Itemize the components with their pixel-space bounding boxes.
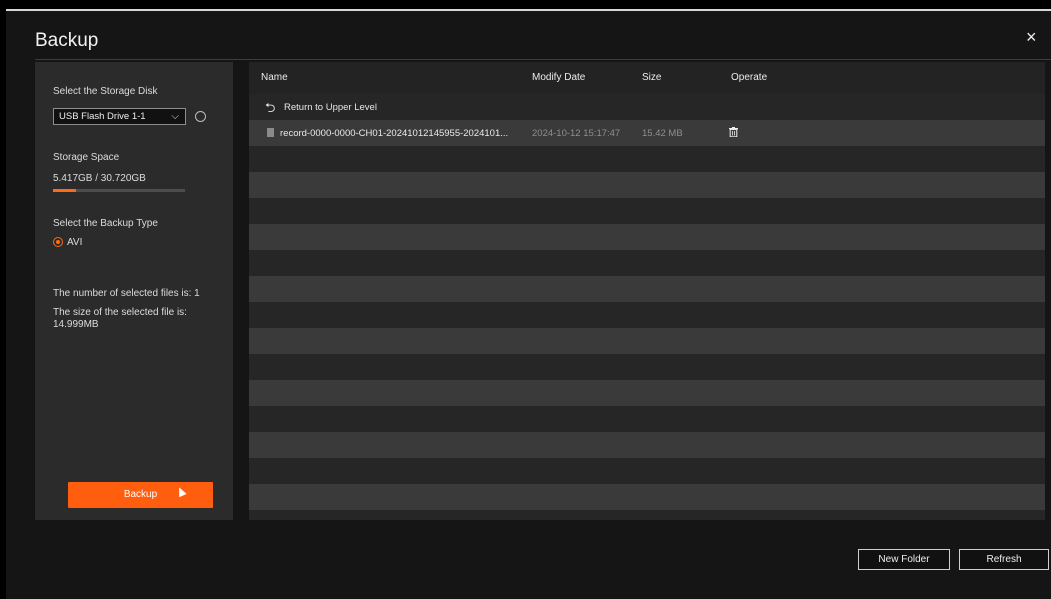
new-folder-button[interactable]: New Folder	[858, 549, 950, 570]
refresh-button[interactable]: Refresh	[959, 549, 1049, 570]
storage-disk-select[interactable]: USB Flash Drive 1-1 ⌵	[53, 108, 186, 125]
column-header-size: Size	[642, 72, 662, 83]
title-divider	[35, 59, 1051, 60]
selected-size-label: The size of the selected file is:	[53, 307, 187, 318]
backup-button[interactable]: Backup	[68, 482, 213, 508]
storage-usage-fill	[53, 189, 77, 192]
empty-row	[249, 198, 1045, 224]
dialog-title: Backup	[35, 30, 99, 51]
empty-row	[249, 432, 1045, 458]
selected-size-value: 14.999MB	[53, 319, 99, 330]
trash-icon[interactable]	[729, 127, 738, 137]
empty-row	[249, 276, 1045, 302]
return-upper-level-label: Return to Upper Level	[284, 102, 377, 113]
refresh-icon[interactable]	[195, 111, 206, 122]
empty-row	[249, 354, 1045, 380]
column-header-operate: Operate	[731, 72, 768, 83]
chevron-down-icon: ⌵	[171, 111, 179, 122]
file-icon	[267, 128, 274, 137]
empty-row	[249, 458, 1045, 484]
empty-row	[249, 302, 1045, 328]
return-icon: ⮌	[265, 100, 276, 115]
backup-options-panel: Select the Storage Disk USB Flash Drive …	[35, 62, 233, 520]
file-name: record-0000-0000-CH01-20241012145955-202…	[280, 128, 509, 139]
empty-row	[249, 484, 1045, 510]
storage-usage-bar	[53, 189, 185, 192]
storage-disk-label: Select the Storage Disk	[53, 86, 158, 97]
close-icon[interactable]: ×	[1026, 27, 1037, 48]
empty-row	[249, 250, 1045, 276]
empty-row	[249, 510, 1045, 520]
column-header-name: Name	[261, 72, 288, 83]
empty-row	[249, 328, 1045, 354]
selected-files-count: The number of selected files is: 1	[53, 288, 200, 299]
empty-row	[249, 224, 1045, 250]
storage-space-value: 5.417GB / 30.720GB	[53, 173, 146, 184]
file-modify-date: 2024-10-12 15:17:47	[532, 128, 621, 139]
backup-type-avi-label: AVI	[67, 237, 83, 248]
column-header-modify-date: Modify Date	[532, 72, 586, 83]
return-upper-level-row[interactable]: ⮌ Return to Upper Level	[249, 94, 1045, 120]
empty-row	[249, 380, 1045, 406]
empty-row	[249, 406, 1045, 432]
empty-row	[249, 146, 1045, 172]
file-table-header: Name Modify Date Size Operate	[249, 62, 1045, 94]
backup-type-label: Select the Backup Type	[53, 218, 158, 229]
backup-type-radio-avi[interactable]	[53, 237, 63, 247]
storage-disk-value: USB Flash Drive 1-1	[59, 111, 146, 122]
empty-row	[249, 172, 1045, 198]
file-row[interactable]: record-0000-0000-CH01-20241012145955-202…	[249, 120, 1045, 146]
file-list-panel: Name Modify Date Size Operate ⮌ Return t…	[249, 62, 1045, 520]
file-size: 15.42 MB	[642, 128, 683, 139]
storage-space-label: Storage Space	[53, 152, 120, 163]
